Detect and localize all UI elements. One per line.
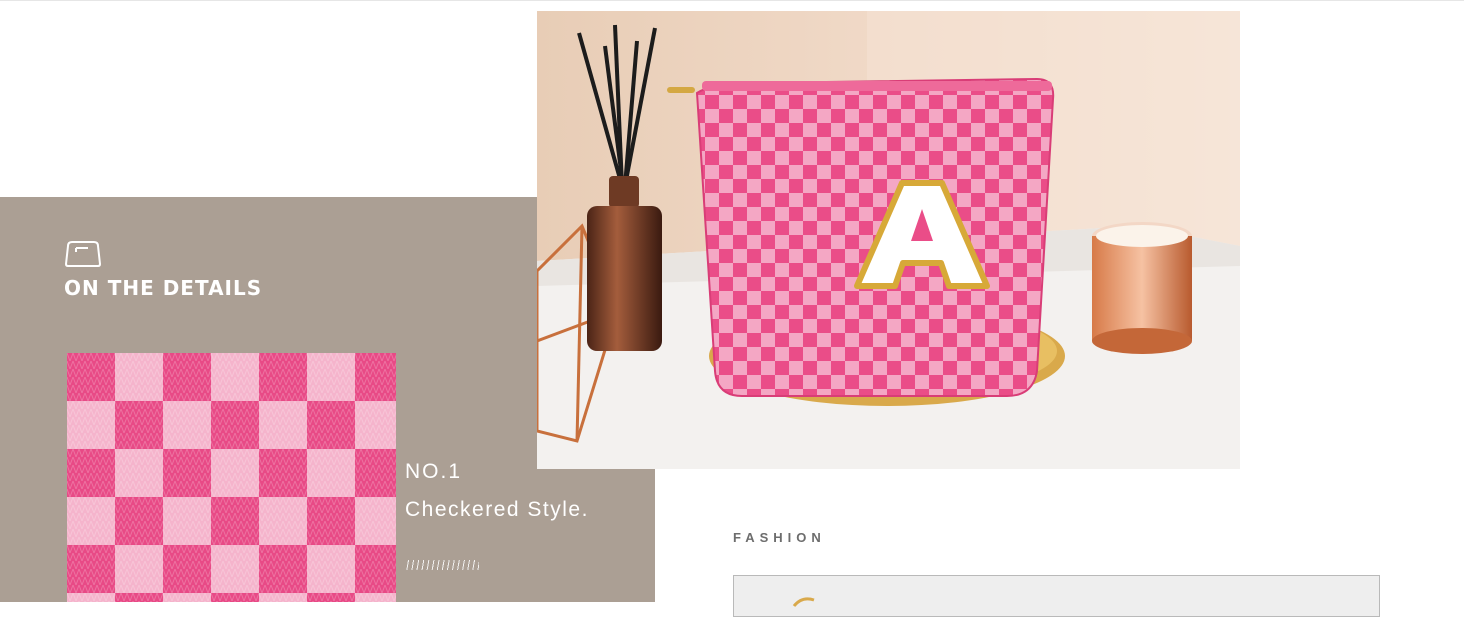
fashion-photo (733, 575, 1380, 617)
product-photo (537, 11, 1240, 469)
fashion-photo-preview (734, 576, 1379, 616)
decorative-dotted-line (405, 560, 479, 570)
bag-icon (64, 241, 102, 267)
top-divider (0, 0, 1464, 1)
details-title: ON THE DETAILS (64, 276, 263, 300)
fashion-label: FASHION (733, 530, 826, 545)
feature-title: Checkered Style. (405, 498, 589, 521)
checkered-fabric-image (67, 353, 396, 602)
feature-number: NO.1 (405, 460, 463, 483)
